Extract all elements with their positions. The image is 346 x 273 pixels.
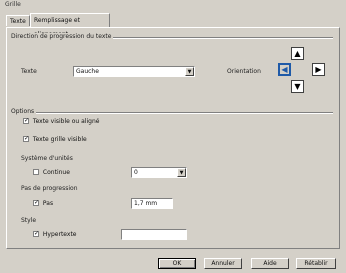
cancel-button[interactable]: Annuler — [204, 258, 242, 269]
direction-group-label: Direction de progression du texte — [11, 33, 114, 40]
direction-right-button[interactable]: ▶ — [312, 63, 325, 76]
continuous-select[interactable]: 0 ▼ — [131, 167, 187, 178]
continuous-label: Continue — [42, 169, 70, 176]
visible-text-label: Texte visible ou aligné — [32, 118, 100, 125]
direction-left-button[interactable]: ◀ — [278, 63, 291, 76]
continuous-checkbox-row[interactable]: Continue — [33, 169, 70, 176]
tab-panel: Direction de progression du texte Texte … — [6, 27, 340, 249]
arrow-down-icon: ▼ — [294, 82, 301, 91]
title-bar: Grille — [0, 0, 346, 9]
tab-text[interactable]: Texte — [6, 15, 30, 26]
options-group-label: Options — [11, 108, 37, 115]
pass-checkbox[interactable]: ✓ — [33, 200, 39, 206]
window-title: Grille — [5, 1, 21, 8]
arrow-up-icon: ▲ — [294, 49, 301, 58]
hypertext-input[interactable] — [121, 229, 187, 240]
grid-text-label: Texte grille visible — [32, 136, 87, 143]
orientation-label: Orientation — [227, 68, 261, 75]
visible-text-checkbox-row[interactable]: ✓ Texte visible ou aligné — [23, 118, 99, 125]
arrow-left-icon: ◀ — [281, 65, 288, 74]
pass-checkbox-row[interactable]: ✓ Pas — [33, 200, 53, 207]
style-label: Style — [21, 217, 37, 224]
reset-button[interactable]: Rétablir — [296, 258, 336, 269]
text-direction-select[interactable]: Gauche ▼ — [73, 66, 195, 77]
direction-up-button[interactable]: ▲ — [291, 47, 304, 60]
arrow-right-icon: ▶ — [315, 65, 322, 74]
pass-value: 1,7 mm — [134, 200, 158, 207]
text-direction-label: Texte — [21, 68, 37, 75]
unit-system-label: Système d'unités — [21, 155, 73, 162]
help-button[interactable]: Aide — [251, 258, 289, 269]
pass-label: Pas — [42, 200, 54, 207]
pass-value-spinner[interactable]: 1,7 mm — [131, 198, 173, 209]
grid-text-checkbox[interactable]: ✓ — [23, 136, 29, 142]
visible-text-checkbox[interactable]: ✓ — [23, 118, 29, 124]
chevron-down-icon[interactable]: ▼ — [177, 168, 186, 177]
text-direction-value: Gauche — [76, 68, 99, 75]
chevron-down-icon[interactable]: ▼ — [185, 67, 194, 76]
continuous-value: 0 — [134, 169, 138, 176]
hypertext-checkbox[interactable]: ✓ — [33, 231, 39, 237]
ok-button[interactable]: OK — [158, 258, 196, 269]
direction-down-button[interactable]: ▼ — [291, 80, 304, 93]
tab-fill-alignment[interactable]: Remplissage et alignement — [30, 13, 110, 38]
continuous-checkbox[interactable] — [33, 169, 39, 175]
tab-strip: Texte Remplissage et alignement — [6, 13, 340, 38]
hypertext-checkbox-row[interactable]: ✓ Hypertexte — [33, 231, 76, 238]
progression-label: Pas de progression — [21, 185, 78, 192]
options-group-divider — [11, 112, 333, 114]
dialog-window: Grille Texte Remplissage et alignement D… — [0, 0, 346, 273]
grid-text-checkbox-row[interactable]: ✓ Texte grille visible — [23, 136, 87, 143]
hypertext-label: Hypertexte — [42, 231, 77, 238]
